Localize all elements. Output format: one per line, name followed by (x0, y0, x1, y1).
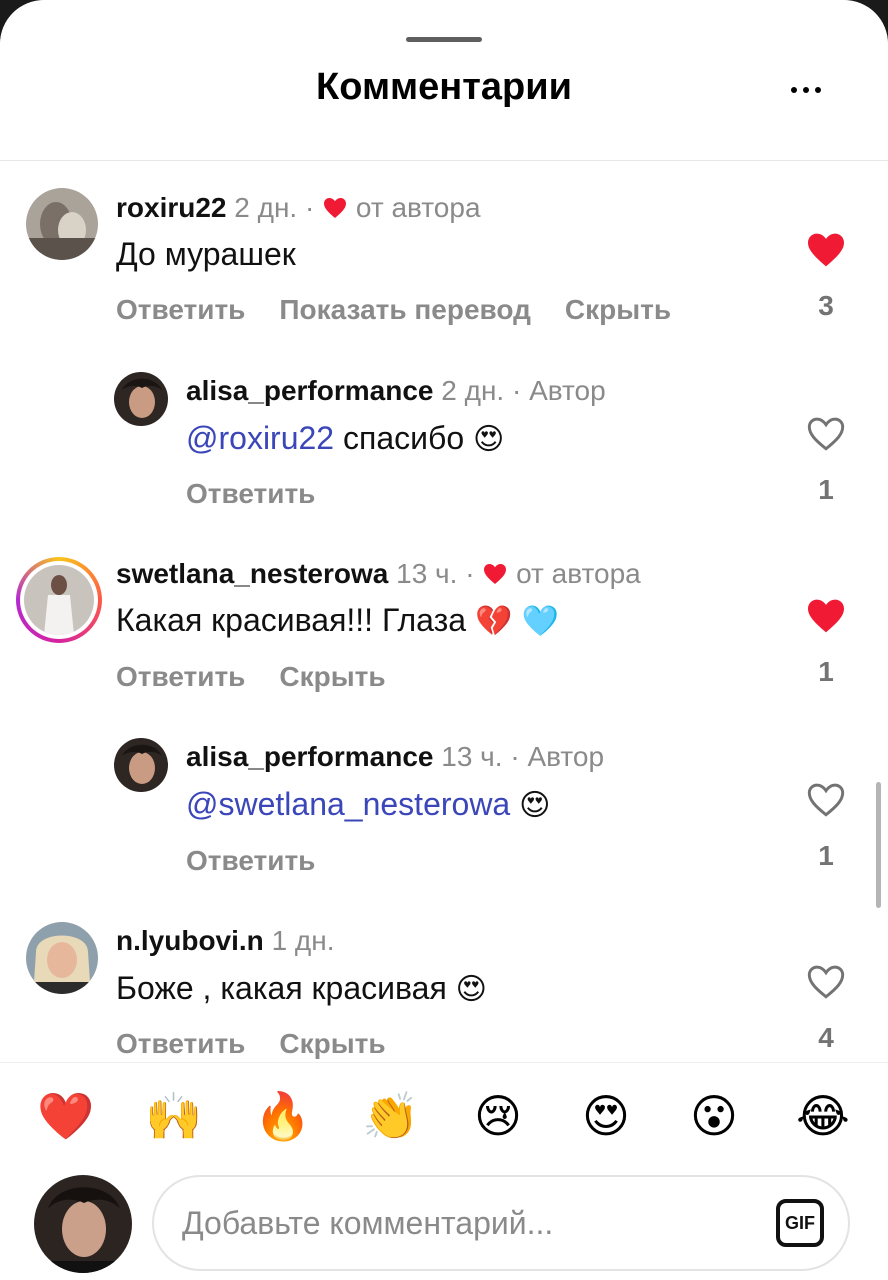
reaction-surprised-icon[interactable]: 😮 (686, 1088, 742, 1144)
comment-actions: Ответить Скрыть (116, 661, 420, 693)
comment-text: @swetlana_nesterowa 😍 (186, 786, 550, 823)
comment-text-content: Боже , какая красивая (116, 970, 447, 1006)
reply-button[interactable]: Ответить (186, 845, 315, 876)
comment-meta: alisa_performance 2 дн. · Автор (186, 375, 606, 407)
more-options-button[interactable] (784, 72, 828, 108)
comment-actions: Ответить (186, 478, 349, 510)
username[interactable]: roxiru22 (116, 192, 227, 223)
more-dot-icon (803, 87, 809, 93)
comment-text: До мурашек (116, 236, 296, 272)
story-ring-avatar[interactable] (16, 557, 102, 643)
like-count: 1 (818, 656, 834, 687)
hide-button[interactable]: Скрыть (279, 661, 385, 692)
comment-meta: roxiru22 2 дн. · от автора (116, 192, 481, 224)
comment-emoji: 😍 (473, 422, 505, 457)
comment-text: @roxiru22 спасибо 😍 (186, 420, 504, 457)
comment-actions: Ответить (186, 845, 349, 877)
comment-text: Боже , какая красивая 😍 (116, 970, 487, 1007)
author-liked-label: от автора (516, 558, 641, 589)
comment-emoji: 💔 🩵 (474, 604, 560, 639)
comment-text-content: Какая красивая!!! Глаза (116, 602, 467, 638)
comment-text-content: спасибо (342, 420, 465, 456)
more-dot-icon (815, 87, 821, 93)
separator-dot: · (511, 375, 522, 406)
author-liked-heart-icon (324, 198, 347, 218)
show-translation-button[interactable]: Показать перевод (279, 294, 531, 325)
like-count: 1 (818, 474, 834, 505)
username[interactable]: swetlana_nesterowa (116, 558, 388, 589)
page-title: Комментарии (316, 66, 572, 108)
comment-text: Какая красивая!!! Глаза 💔 🩵 (116, 602, 559, 639)
like-count: 3 (818, 290, 834, 321)
comment-time: 13 ч. (396, 558, 458, 589)
like-heart-icon[interactable] (806, 232, 846, 268)
like-heart-outline-icon[interactable] (806, 782, 846, 818)
author-liked-heart-icon (484, 564, 507, 584)
like-heart-icon[interactable] (806, 598, 846, 634)
avatar[interactable] (114, 372, 168, 426)
comment-time: 2 дн. (234, 192, 298, 223)
comment-emoji: 😍 (519, 788, 551, 823)
separator-dot: · (510, 741, 520, 772)
reaction-raised-hands-icon[interactable]: 🙌 (145, 1088, 202, 1144)
like-heart-outline-icon[interactable] (806, 416, 846, 452)
scrollbar[interactable] (876, 782, 881, 908)
author-liked-label: от автора (355, 192, 481, 223)
comment-time: 2 дн. (441, 375, 505, 406)
avatar[interactable] (26, 188, 98, 260)
reply-button[interactable]: Ответить (116, 661, 245, 692)
like-heart-outline-icon[interactable] (806, 964, 846, 1000)
username[interactable]: alisa_performance (186, 741, 433, 772)
reaction-laughing-icon[interactable]: 😂 (795, 1088, 851, 1144)
reply-button[interactable]: Ответить (186, 478, 315, 509)
reply-button[interactable]: Ответить (116, 1028, 245, 1059)
comment-emoji: 😍 (455, 972, 487, 1007)
reaction-clapping-icon[interactable]: 👏 (362, 1088, 419, 1144)
separator-dot: · (305, 192, 315, 223)
reaction-fire-icon[interactable]: 🔥 (254, 1088, 311, 1144)
sheet-grabber[interactable] (406, 37, 482, 42)
header-divider (0, 160, 888, 161)
hide-button[interactable]: Скрыть (565, 294, 671, 325)
gif-button[interactable]: GIF (776, 1199, 824, 1247)
separator-dot: · (465, 558, 475, 589)
mention-link[interactable]: @roxiru22 (186, 420, 334, 456)
username[interactable]: alisa_performance (186, 375, 433, 406)
reaction-heart-eyes-icon[interactable]: 😍 (578, 1088, 634, 1144)
comments-sheet: Комментарии roxiru22 2 дн. · от автора Д… (0, 0, 888, 1280)
avatar[interactable] (114, 738, 168, 792)
hide-button[interactable]: Скрыть (279, 1028, 385, 1059)
more-dot-icon (791, 87, 797, 93)
comment-input[interactable]: Добавьте комментарий... GIF (152, 1175, 850, 1271)
comment-meta: swetlana_nesterowa 13 ч. · от автора (116, 558, 641, 590)
comment-actions: Ответить Показать перевод Скрыть (116, 294, 705, 326)
avatar[interactable] (26, 922, 98, 994)
like-count: 4 (818, 1022, 834, 1053)
author-badge: Автор (529, 375, 606, 406)
comment-meta: n.lyubovi.n 1 дн. (116, 925, 335, 957)
comment-input-placeholder: Добавьте комментарий... (182, 1205, 554, 1241)
comment-actions: Ответить Скрыть (116, 1028, 420, 1060)
comment-time: 1 дн. (271, 925, 335, 956)
reaction-heart-icon[interactable]: ❤️ (37, 1088, 94, 1144)
author-badge: Автор (527, 741, 605, 772)
like-count: 1 (818, 840, 834, 871)
comment-time: 13 ч. (441, 741, 503, 772)
current-user-avatar (34, 1175, 132, 1273)
reply-button[interactable]: Ответить (116, 294, 245, 325)
mention-link[interactable]: @swetlana_nesterowa (186, 786, 510, 822)
username[interactable]: n.lyubovi.n (116, 925, 264, 956)
reaction-crying-icon[interactable]: 😢 (470, 1088, 526, 1144)
comment-meta: alisa_performance 13 ч. · Автор (186, 741, 604, 773)
